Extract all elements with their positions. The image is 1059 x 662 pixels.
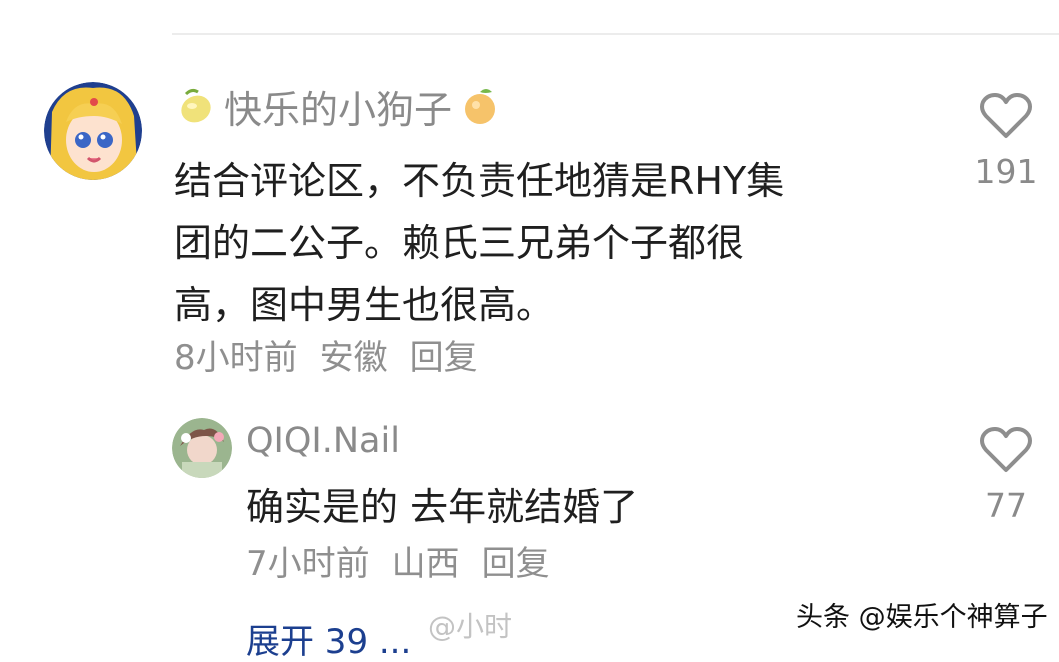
source-watermark: 头条 @娱乐个神算子 — [790, 596, 1054, 640]
like-button[interactable]: 191 — [966, 92, 1046, 191]
comment-text-line: 团的二公子。赖氏三兄弟个子都很 — [174, 221, 745, 265]
reply-time: 7小时前 — [246, 544, 370, 584]
reply-like-count: 77 — [985, 486, 1027, 525]
comment-username[interactable]: 快乐的小狗子 — [174, 82, 502, 132]
heart-outline-icon[interactable] — [979, 426, 1033, 474]
comment-text-line: 高，图中男生也很高。 — [174, 283, 555, 327]
heart-outline-icon[interactable] — [979, 92, 1033, 140]
like-count: 191 — [974, 152, 1038, 191]
comment-text-line: 结合评论区，不负责任地猜是RHY集 — [174, 159, 785, 203]
comment-location: 安徽 — [319, 338, 388, 378]
comment-meta: 8小时前 安徽 回复 — [174, 334, 478, 382]
comment-time: 8小时前 — [174, 338, 298, 378]
avatar[interactable] — [44, 82, 142, 180]
reply-avatar[interactable] — [172, 418, 232, 478]
comment-username-text[interactable]: 快乐的小狗子 — [224, 79, 452, 134]
reply-button[interactable]: 回复 — [410, 334, 478, 382]
lemon-icon — [174, 84, 218, 128]
orange-icon — [458, 84, 502, 128]
reply-location: 山西 — [391, 544, 460, 584]
top-divider — [172, 33, 1059, 35]
reply-text: 确实是的 去年就结婚了 — [246, 485, 639, 529]
reply-button[interactable]: 回复 — [482, 540, 550, 588]
reply-username[interactable]: QIQI.Nail — [246, 418, 400, 464]
reply-meta: 7小时前 山西 回复 — [246, 540, 550, 588]
reply-like-button[interactable]: 77 — [966, 426, 1046, 525]
expand-replies-button[interactable]: 展开 39 ... — [246, 622, 411, 662]
center-watermark: @小时 — [428, 610, 513, 643]
comment-text: 结合评论区，不负责任地猜是RHY集 团的二公子。赖氏三兄弟个子都很 高，图中男生… — [174, 150, 784, 336]
